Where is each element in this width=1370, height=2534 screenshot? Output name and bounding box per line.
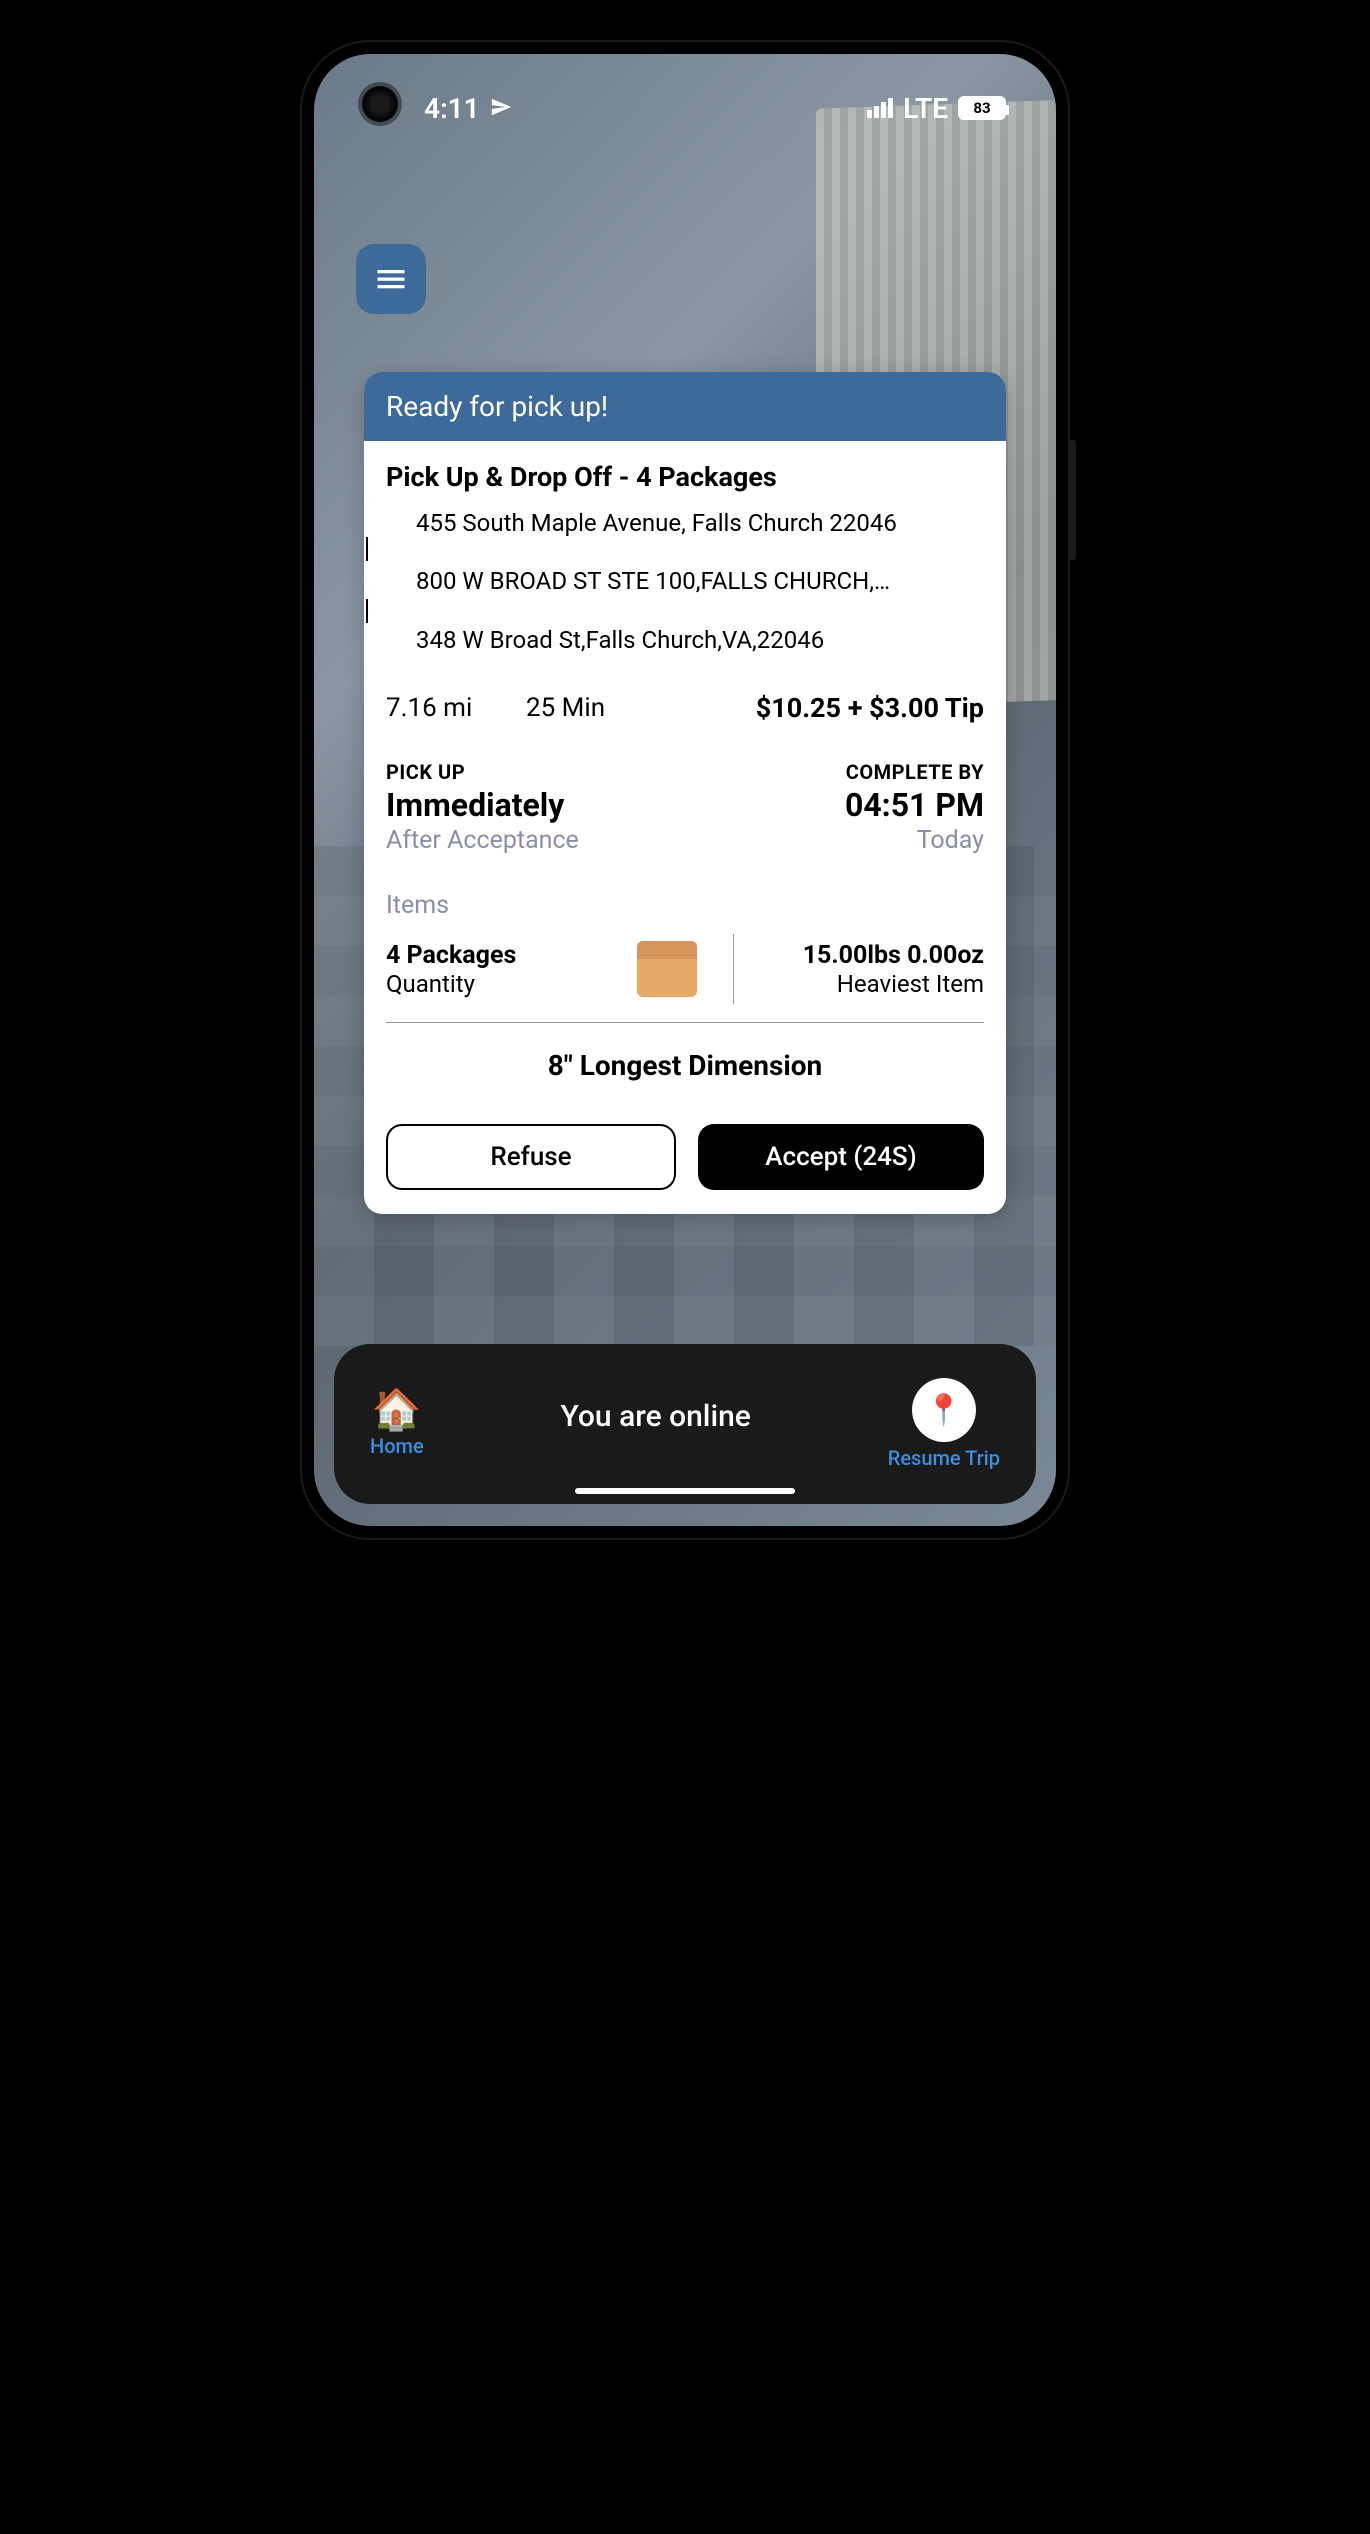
accept-button[interactable]: Accept (24S) — [698, 1124, 984, 1190]
trip-duration: 25 Min — [526, 693, 686, 723]
order-card: Ready for pick up! Pick Up & Drop Off - … — [364, 372, 1006, 1214]
screen: 4:11 LTE 83 — [314, 54, 1056, 1526]
address-text: 800 W BROAD ST STE 100,FALLS CHURCH,… — [416, 567, 890, 595]
items-label: Items — [386, 891, 984, 920]
resume-trip-icon: 📍 — [912, 1378, 976, 1442]
trip-stats: 7.16 mi 25 Min $10.25 + $3.00 Tip — [386, 692, 984, 724]
packages-count: 4 Packages — [386, 941, 619, 970]
address-drop: 800 W BROAD ST STE 100,FALLS CHURCH,… — [416, 565, 984, 597]
time-constraints: PICK UP Immediately After Acceptance COM… — [386, 760, 984, 855]
pickup-sub: After Acceptance — [386, 826, 579, 855]
hamburger-icon — [373, 261, 409, 297]
trip-distance: 7.16 mi — [386, 693, 526, 723]
address-text: 455 South Maple Avenue, Falls Church 220… — [416, 509, 897, 537]
status-bar: 4:11 LTE 83 — [314, 78, 1056, 138]
home-label: Home — [370, 1434, 424, 1458]
action-buttons: Refuse Accept (24S) — [386, 1124, 984, 1190]
home-icon: 🏠 — [372, 1390, 422, 1430]
refuse-button[interactable]: Refuse — [386, 1124, 676, 1190]
home-tab[interactable]: 🏠 Home — [370, 1390, 424, 1458]
menu-button[interactable] — [356, 244, 426, 314]
complete-sub: Today — [845, 826, 984, 855]
weight-value: 15.00lbs 0.00oz — [752, 941, 985, 970]
signal-icon — [867, 98, 893, 118]
pickup-label: PICK UP — [386, 760, 579, 784]
address-pickup: 455 South Maple Avenue, Falls Church 220… — [416, 507, 984, 539]
home-indicator — [575, 1488, 795, 1494]
status-left: 4:11 — [424, 92, 512, 125]
battery-level: 83 — [973, 99, 990, 117]
status-time: 4:11 — [424, 92, 480, 125]
route-line — [366, 599, 368, 623]
complete-label: COMPLETE BY — [845, 760, 984, 784]
resume-trip-tab[interactable]: 📍 Resume Trip — [888, 1378, 1000, 1470]
network-label: LTE — [903, 92, 948, 125]
camera-cutout — [362, 86, 398, 122]
bottom-bar: 🏠 Home You are online 📍 Resume Trip — [334, 1344, 1036, 1504]
complete-block: COMPLETE BY 04:51 PM Today — [845, 760, 984, 855]
items-row: 4 Packages Quantity 15.00lbs 0.00oz Heav… — [386, 934, 984, 1023]
pickup-value: Immediately — [386, 786, 579, 824]
vertical-divider — [733, 934, 734, 1004]
items-weight: 15.00lbs 0.00oz Heaviest Item — [752, 941, 985, 998]
online-status: You are online — [561, 1399, 751, 1434]
heaviest-label: Heaviest Item — [752, 970, 985, 998]
location-icon — [490, 92, 512, 125]
route-line — [366, 537, 368, 561]
address-list: 455 South Maple Avenue, Falls Church 220… — [386, 507, 984, 656]
quantity-label: Quantity — [386, 970, 619, 998]
status-right: LTE 83 — [867, 92, 1006, 125]
address-text: 348 W Broad St,Falls Church,VA,22046 — [416, 626, 824, 654]
package-icon — [637, 941, 697, 997]
trip-price: $10.25 + $3.00 Tip — [686, 692, 984, 724]
phone-frame: 4:11 LTE 83 — [300, 40, 1070, 1540]
items-quantity: 4 Packages Quantity — [386, 941, 619, 998]
longest-dimension: 8" Longest Dimension — [386, 1049, 984, 1082]
battery-icon: 83 — [958, 96, 1006, 120]
address-drop: 348 W Broad St,Falls Church,VA,22046 — [416, 624, 984, 656]
pickup-block: PICK UP Immediately After Acceptance — [386, 760, 579, 855]
resume-trip-label: Resume Trip — [888, 1446, 1000, 1470]
complete-value: 04:51 PM — [845, 786, 984, 824]
card-header: Ready for pick up! — [364, 372, 1006, 441]
card-title: Pick Up & Drop Off - 4 Packages — [386, 461, 984, 493]
phone-side-button — [1070, 440, 1076, 560]
